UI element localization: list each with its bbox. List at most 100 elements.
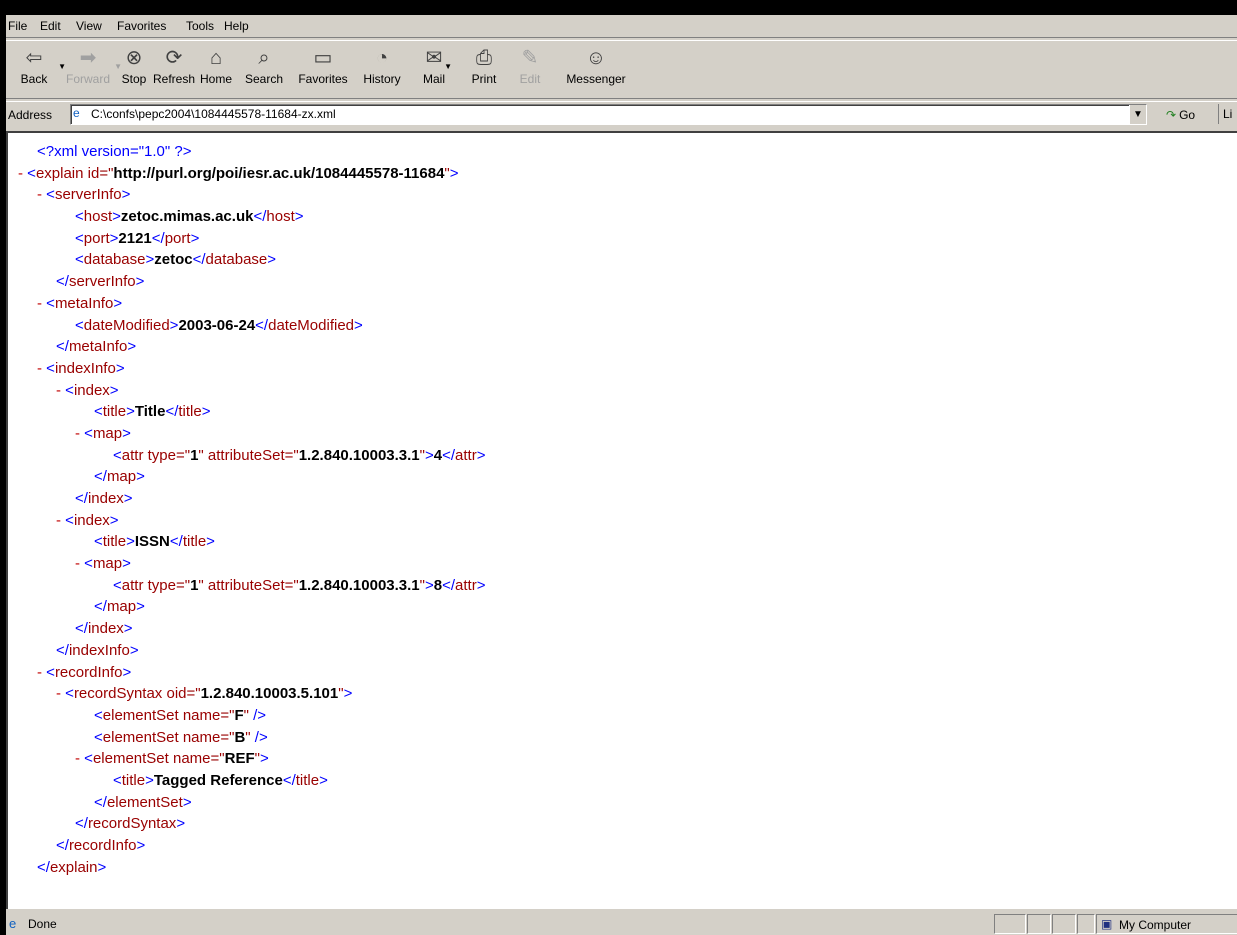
refresh-button[interactable]: ⟳ Refresh [152,40,196,98]
history-icon: ◔ [375,47,389,69]
messenger-label: Messenger [566,72,626,86]
print-button[interactable]: ⎙ Print [462,40,506,98]
go-arrow-icon: ↷ [1166,108,1177,122]
xml-line: </map> [18,596,485,618]
xml-token: attr [455,576,477,594]
xml-token: > [206,533,215,551]
collapse-toggle[interactable]: - [37,664,46,681]
collapse-toggle[interactable]: - [56,512,65,529]
xml-token: 4 [433,446,443,464]
address-input[interactable]: e C:\confs\pepc2004\1084445578-11684-zx.… [70,104,1147,125]
xml-token: < [94,533,103,551]
xml-token: </ [169,533,183,551]
status-panel [1052,914,1076,934]
dropdown-arrow-icon[interactable]: ▼ [444,62,452,71]
menu-edit[interactable]: Edit [40,19,61,33]
xml-line: <host>zetoc.mimas.ac.uk</host> [18,206,485,228]
xml-token: > [123,490,133,507]
collapse-toggle[interactable]: - [56,685,65,702]
status-panel [1027,914,1051,934]
menu-tools[interactable]: Tools [186,19,214,33]
xml-token: </ [56,338,69,356]
xml-token: </ [442,446,456,464]
xml-token: F [234,706,244,724]
xml-line: - <serverInfo> [18,184,485,206]
xml-line: - <map> [18,553,485,575]
xml-token: map [92,424,123,442]
xml-token: name=" [178,728,235,746]
menu-favorites[interactable]: Favorites [117,19,166,33]
xml-token: > [122,555,131,573]
print-icon: ⎙ [476,47,492,69]
status-text: Done [28,917,57,931]
collapse-toggle[interactable]: - [18,165,27,182]
xml-token: zetoc [154,251,193,269]
ie-page-icon: e [9,916,17,931]
xml-token: </ [165,403,179,421]
xml-token: </ [255,316,269,334]
search-button[interactable]: ⌕ Search [238,40,290,98]
xml-line: - <indexInfo> [18,358,485,380]
links-button[interactable]: Li [1218,104,1232,124]
xml-token: > [145,251,155,269]
history-button[interactable]: ◔ History [354,40,410,98]
xml-token: < [46,294,55,312]
xml-token: > [129,641,139,659]
status-panel [1077,914,1095,934]
collapse-toggle[interactable]: - [75,750,84,767]
stop-button[interactable]: ⊗ Stop [114,40,154,98]
address-dropdown-icon[interactable]: ▼ [1129,105,1146,124]
xml-token: </ [282,771,296,789]
xml-line: </recordInfo> [18,835,485,857]
home-button[interactable]: ⌂ Home [196,40,236,98]
xml-line: </index> [18,618,485,640]
xml-token: > [424,446,434,464]
messenger-button[interactable]: ☺ Messenger [556,40,636,98]
collapse-toggle[interactable]: - [37,360,46,377]
xml-line: <title>Title</title> [18,401,485,423]
xml-token: </ [75,490,88,507]
menu-file[interactable]: File [8,19,27,33]
xml-token: </ [442,576,456,594]
xml-line: <database>zetoc</database> [18,249,485,271]
back-button[interactable]: ⇦ Back ▼ [6,40,66,98]
favorites-button[interactable]: ▭ Favorites [292,40,354,98]
search-label: Search [244,72,284,86]
menu-help[interactable]: Help [224,19,249,33]
mail-button[interactable]: ✉ Mail ▼ [410,40,458,98]
edit-label: Edit [519,72,541,86]
messenger-icon: ☺ [585,47,607,69]
menu-view[interactable]: View [76,19,102,33]
xml-token: port [83,229,110,247]
xml-token: " attributeSet=" [198,576,299,594]
xml-token: > [343,685,353,703]
xml-token: <?xml version="1.0" ?> [37,143,192,160]
address-url[interactable]: C:\confs\pepc2004\1084445578-11684-zx.xm… [91,107,336,121]
xml-token: < [75,251,84,269]
xml-token: ISSN [134,533,170,551]
xml-line: - <recordSyntax oid="1.2.840.10003.5.101… [18,683,485,705]
xml-token: < [27,164,36,182]
status-panel [994,914,1026,934]
xml-token: host [83,208,113,226]
xml-token: > [97,858,107,876]
xml-token: </ [37,858,50,876]
xml-token: > [201,403,211,421]
home-icon: ⌂ [209,47,223,69]
collapse-toggle[interactable]: - [37,295,46,312]
forward-button[interactable]: ➡ Forward ▼ [58,40,122,98]
collapse-toggle[interactable]: - [37,186,46,203]
collapse-toggle[interactable]: - [75,425,84,442]
xml-token: title [121,771,146,789]
xml-token: </ [94,598,107,616]
collapse-toggle[interactable]: - [75,555,84,572]
xml-token: " attributeSet=" [198,446,299,464]
xml-token: > [109,381,119,399]
xml-token: > [135,273,145,291]
xml-line: <elementSet name="F" /> [18,705,485,727]
xml-token: Title [134,403,166,421]
xml-token: < [65,685,74,703]
go-button[interactable]: ↷ Go [1166,108,1195,122]
collapse-toggle[interactable]: - [56,382,65,399]
edit-button[interactable]: ✎ Edit [510,40,550,98]
